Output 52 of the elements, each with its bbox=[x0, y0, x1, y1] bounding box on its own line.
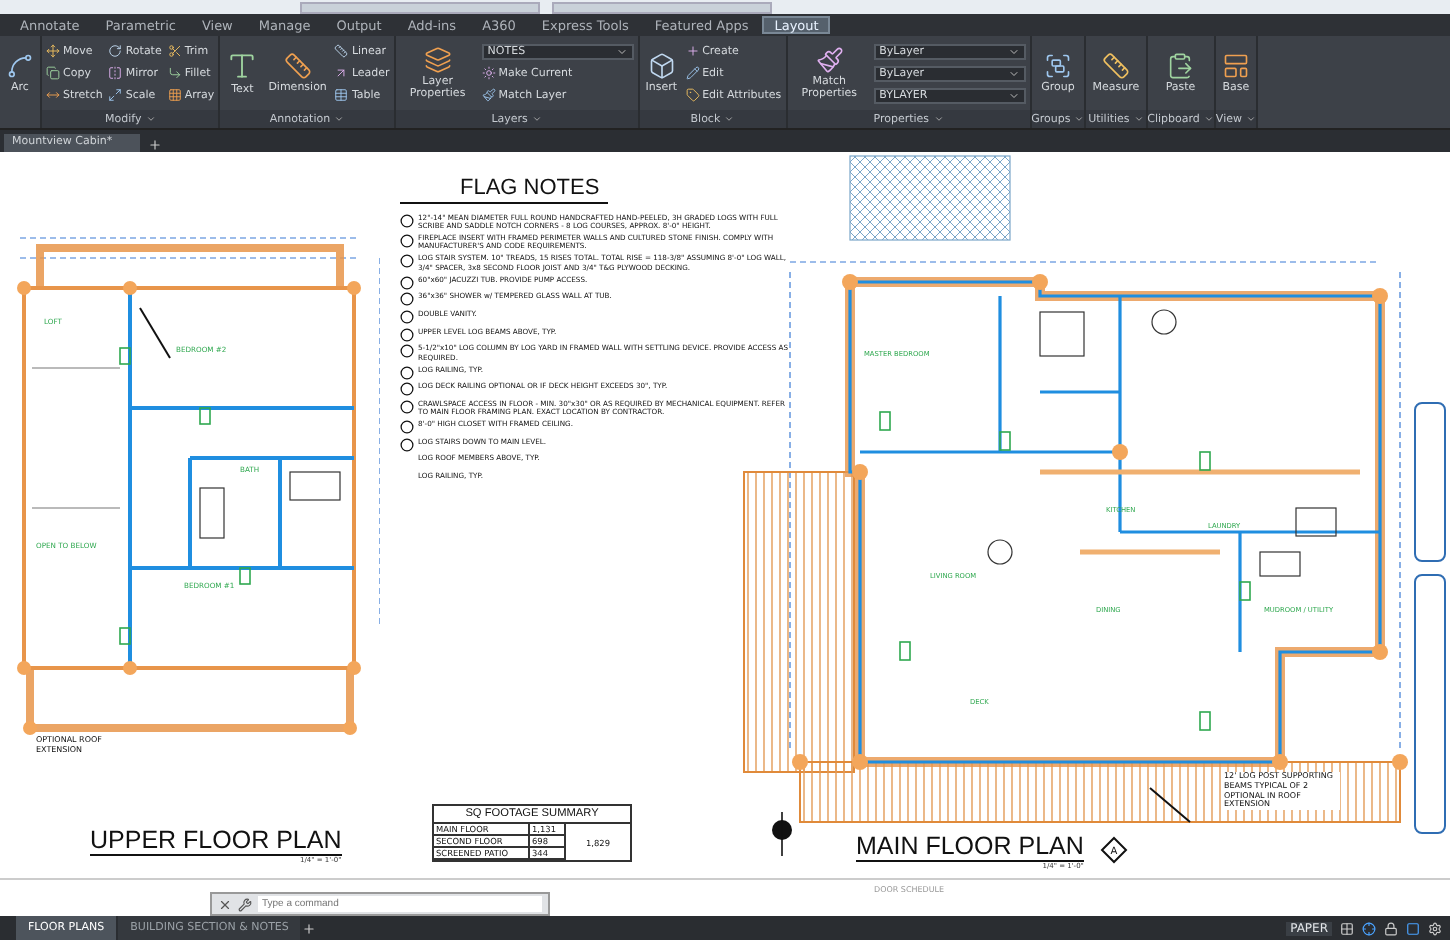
crosshair-icon[interactable] bbox=[1362, 921, 1376, 935]
letter-icon bbox=[226, 49, 259, 82]
close-icon[interactable] bbox=[218, 897, 232, 911]
layers-icon bbox=[423, 45, 452, 73]
settings-icon[interactable] bbox=[1428, 921, 1442, 935]
caret-icon bbox=[1133, 114, 1144, 124]
caret-icon bbox=[1245, 114, 1256, 124]
arrow-icon bbox=[334, 66, 349, 80]
plus-icon[interactable] bbox=[148, 138, 163, 152]
rotate-arrow-icon bbox=[108, 44, 123, 58]
ruler-icon bbox=[283, 51, 312, 80]
caret-icon bbox=[933, 114, 944, 124]
plus-icon bbox=[685, 44, 700, 58]
tag-icon bbox=[685, 88, 700, 102]
caret-icon bbox=[1074, 114, 1085, 124]
grid-icon bbox=[167, 88, 182, 102]
caret-icon bbox=[724, 114, 735, 124]
group-icon bbox=[1043, 51, 1072, 80]
table-icon bbox=[334, 88, 349, 102]
four-arrows-icon bbox=[46, 44, 60, 58]
caret-icon bbox=[531, 114, 542, 124]
clipboard-icon bbox=[1166, 51, 1195, 80]
brush-icon bbox=[815, 45, 844, 73]
plan-title: MAIN FLOOR PLAN bbox=[856, 834, 1084, 862]
mirror-icon bbox=[108, 66, 123, 80]
grid-icon[interactable] bbox=[1340, 921, 1354, 935]
leader-line bbox=[1149, 787, 1191, 823]
caret-icon bbox=[145, 114, 156, 124]
notes-title: FLAG NOTES bbox=[400, 176, 608, 204]
layout-icon bbox=[1221, 51, 1250, 80]
expand-icon bbox=[108, 88, 123, 102]
wrench-icon[interactable] bbox=[238, 897, 252, 911]
lock-icon[interactable] bbox=[1384, 921, 1398, 935]
ruler-icon bbox=[334, 44, 349, 58]
search-field[interactable] bbox=[552, 1, 772, 13]
square-icon[interactable] bbox=[1406, 921, 1420, 935]
caret-icon bbox=[1203, 114, 1214, 124]
scissors-icon bbox=[167, 44, 182, 58]
caret-icon bbox=[615, 45, 628, 57]
arc-icon bbox=[6, 51, 34, 80]
plus-icon[interactable] bbox=[302, 921, 317, 935]
box-icon bbox=[647, 51, 676, 80]
north-arrow-icon bbox=[770, 812, 794, 856]
caret-icon bbox=[334, 114, 345, 124]
pencil-icon bbox=[685, 66, 700, 80]
horizontal-arrows-icon bbox=[46, 88, 60, 102]
brush-icon bbox=[481, 88, 496, 102]
ruler-icon bbox=[1101, 51, 1130, 80]
corner-arrow-icon bbox=[167, 66, 182, 80]
copy-icon bbox=[46, 66, 60, 80]
leader-line bbox=[139, 307, 171, 359]
plan-title: UPPER FLOOR PLAN bbox=[90, 828, 342, 856]
